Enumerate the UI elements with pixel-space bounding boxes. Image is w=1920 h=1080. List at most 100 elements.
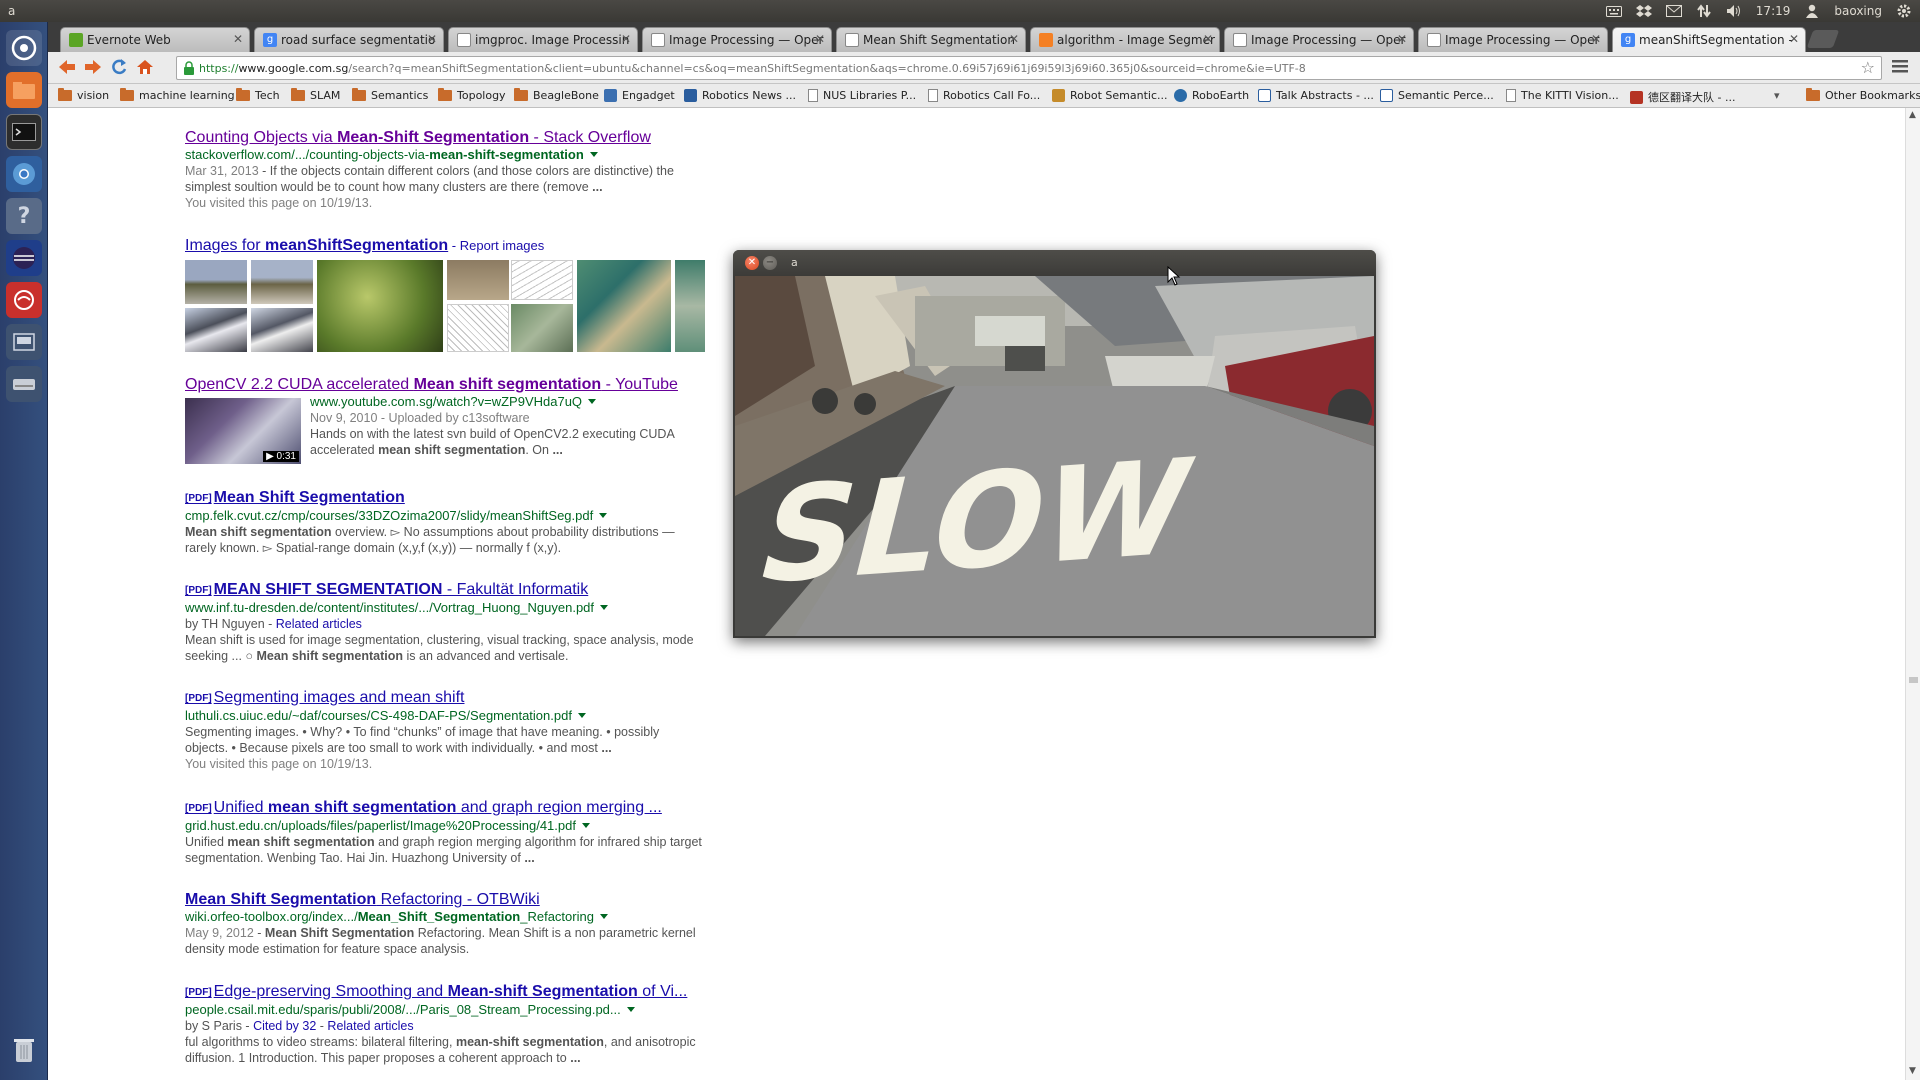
bookmark-nus-libraries[interactable]: NUS Libraries P... — [808, 89, 916, 102]
bookmark-engadget[interactable]: Engadget — [604, 89, 675, 102]
thumbnail-image[interactable] — [511, 260, 573, 300]
url-menu-arrow-icon[interactable] — [599, 914, 608, 919]
help-icon[interactable]: ? — [6, 198, 42, 234]
thumbnail-image[interactable] — [577, 260, 671, 352]
bookmark-tech[interactable]: Tech — [236, 88, 280, 102]
opencv-image-window[interactable]: ✕ − a SLOW — [733, 250, 1376, 638]
thumbnail-image[interactable] — [185, 308, 247, 352]
volume-icon[interactable] — [1726, 4, 1742, 18]
url-menu-arrow-icon[interactable] — [589, 152, 598, 157]
bookmark-machine-learning[interactable]: machine learning — [120, 88, 235, 102]
page-scrollbar[interactable]: ▲ ▼ — [1905, 108, 1920, 1080]
tab-algorithm[interactable]: algorithm - Image Segmer ✕ — [1030, 27, 1220, 52]
thumbnail-image[interactable] — [511, 304, 573, 352]
thumbnail-image[interactable] — [447, 260, 509, 300]
bookmark-other[interactable]: Other Bookmarks — [1806, 88, 1920, 102]
tab-evernote[interactable]: Evernote Web ✕ — [60, 27, 250, 52]
tab-mean-shift[interactable]: Mean Shift Segmentation ✕ — [836, 27, 1026, 52]
network-icon[interactable] — [1696, 4, 1712, 18]
thumbnail-image[interactable] — [317, 260, 443, 352]
result-title-link[interactable]: OpenCV 2.2 CUDA accelerated Mean shift s… — [185, 375, 705, 394]
document-viewer-icon[interactable] — [6, 282, 42, 318]
close-icon[interactable]: ✕ — [427, 32, 437, 46]
tab-image-processing-2[interactable]: Image Processing — Oper ✕ — [1224, 27, 1414, 52]
close-icon[interactable]: ✕ — [621, 32, 631, 46]
close-icon[interactable]: ✕ — [1009, 32, 1019, 46]
ubuntu-dash-icon[interactable] — [6, 30, 42, 66]
bookmark-topology[interactable]: Topology — [438, 88, 506, 102]
bookmark-talk-abstracts[interactable]: Talk Abstracts - ... — [1258, 89, 1374, 102]
close-icon[interactable]: ✕ — [233, 32, 243, 46]
close-icon[interactable]: ✕ — [1397, 32, 1407, 46]
thumbnail-image[interactable] — [251, 260, 313, 304]
result-title-link[interactable]: [PDF] Mean Shift Segmentation — [185, 488, 705, 508]
bookmark-semantic-perception[interactable]: Semantic Perce... — [1380, 89, 1494, 102]
bookmark-semantics[interactable]: Semantics — [352, 88, 428, 102]
thumbnail-image[interactable] — [447, 304, 509, 352]
result-title-link[interactable]: Mean Shift Segmentation Refactoring - OT… — [185, 890, 705, 909]
thumbnail-image[interactable] — [675, 260, 705, 352]
url-menu-arrow-icon[interactable] — [600, 605, 609, 610]
user-icon[interactable] — [1804, 4, 1820, 18]
bookmark-robotics-news[interactable]: Robotics News ... — [684, 89, 796, 102]
close-icon[interactable]: ✕ — [1203, 32, 1213, 46]
bookmark-vision[interactable]: vision — [58, 88, 109, 102]
result-title-link[interactable]: [PDF] Edge-preserving Smoothing and Mean-… — [185, 982, 705, 1002]
close-icon[interactable]: ✕ — [815, 32, 825, 46]
url-menu-arrow-icon[interactable] — [577, 713, 586, 718]
terminal-icon[interactable] — [6, 114, 42, 150]
tab-image-processing-1[interactable]: Image Processing — Oper ✕ — [642, 27, 832, 52]
files-icon[interactable] — [6, 72, 42, 108]
trash-icon[interactable] — [6, 1032, 42, 1068]
thumbnail-image[interactable] — [185, 260, 247, 304]
gear-icon[interactable] — [1896, 4, 1912, 18]
drive-icon[interactable] — [6, 366, 42, 402]
tab-imgproc[interactable]: imgproc. Image Processin ✕ — [448, 27, 638, 52]
workspace-icon[interactable] — [6, 324, 42, 360]
bookmark-beaglebone[interactable]: BeagleBone — [514, 88, 599, 102]
url-menu-arrow-icon[interactable] — [581, 823, 590, 828]
close-icon[interactable]: ✕ — [1789, 32, 1799, 46]
images-title-link[interactable]: Images for meanShiftSegmentation — [185, 237, 448, 254]
related-articles-link[interactable]: Related articles — [276, 617, 362, 631]
result-title-link[interactable]: [PDF] MEAN SHIFT SEGMENTATION - Fakultät … — [185, 580, 705, 600]
scroll-down-icon[interactable]: ▼ — [1909, 1066, 1916, 1076]
related-articles-link[interactable]: Related articles — [327, 1019, 413, 1033]
clock[interactable]: 17:19 — [1756, 4, 1791, 18]
address-bar[interactable]: https://www.google.com.sg/search?q=meanS… — [176, 56, 1882, 80]
result-title-link[interactable]: [PDF] Segmenting images and mean shift — [185, 688, 705, 708]
result-title-link[interactable]: Counting Objects via Mean-Shift Segmenta… — [185, 128, 705, 147]
eclipse-icon[interactable] — [6, 240, 42, 276]
url-menu-arrow-icon[interactable] — [626, 1007, 635, 1012]
report-images-link[interactable]: - Report images — [448, 238, 544, 253]
tab-meanshiftsegmentation[interactable]: g meanShiftSegmentation - ✕ — [1612, 27, 1806, 52]
url-menu-arrow-icon[interactable] — [599, 513, 608, 518]
chromium-icon[interactable] — [6, 156, 42, 192]
bookmark-kitti[interactable]: The KITTI Vision... — [1506, 89, 1619, 102]
video-thumbnail[interactable]: ▶ 0:31 — [185, 398, 301, 464]
back-icon[interactable] — [56, 58, 78, 78]
forward-icon[interactable] — [82, 58, 104, 78]
window-titlebar[interactable]: ✕ − a — [733, 250, 1376, 276]
bookmarks-overflow-button[interactable]: ▾ — [1774, 89, 1780, 102]
keyboard-icon[interactable] — [1605, 4, 1622, 18]
bookmark-robotics-call[interactable]: Robotics Call Fo... — [928, 89, 1040, 102]
url-menu-arrow-icon[interactable] — [588, 399, 597, 404]
menu-icon[interactable] — [1892, 58, 1908, 78]
scroll-thumb[interactable] — [1909, 668, 1918, 683]
thumbnail-image[interactable] — [251, 308, 313, 352]
bookmark-roboearth[interactable]: RoboEarth — [1174, 89, 1249, 102]
tab-road-surface[interactable]: g road surface segmentatio ✕ — [254, 27, 444, 52]
bookmark-translation-team[interactable]: 德区翻译大队 - ... — [1630, 89, 1735, 105]
dropbox-icon[interactable] — [1635, 4, 1652, 18]
bookmark-star-icon[interactable]: ☆ — [1861, 58, 1875, 77]
close-icon[interactable]: ✕ — [745, 256, 759, 270]
close-icon[interactable]: ✕ — [1591, 32, 1601, 46]
mail-icon[interactable] — [1665, 4, 1682, 18]
user-name[interactable]: baoxing — [1834, 4, 1882, 18]
home-icon[interactable] — [134, 58, 156, 78]
tab-image-processing-3[interactable]: Image Processing — Oper ✕ — [1418, 27, 1608, 52]
cited-by-link[interactable]: Cited by 32 — [253, 1019, 316, 1033]
scroll-up-icon[interactable]: ▲ — [1909, 110, 1916, 120]
new-tab-button[interactable] — [1806, 30, 1840, 48]
